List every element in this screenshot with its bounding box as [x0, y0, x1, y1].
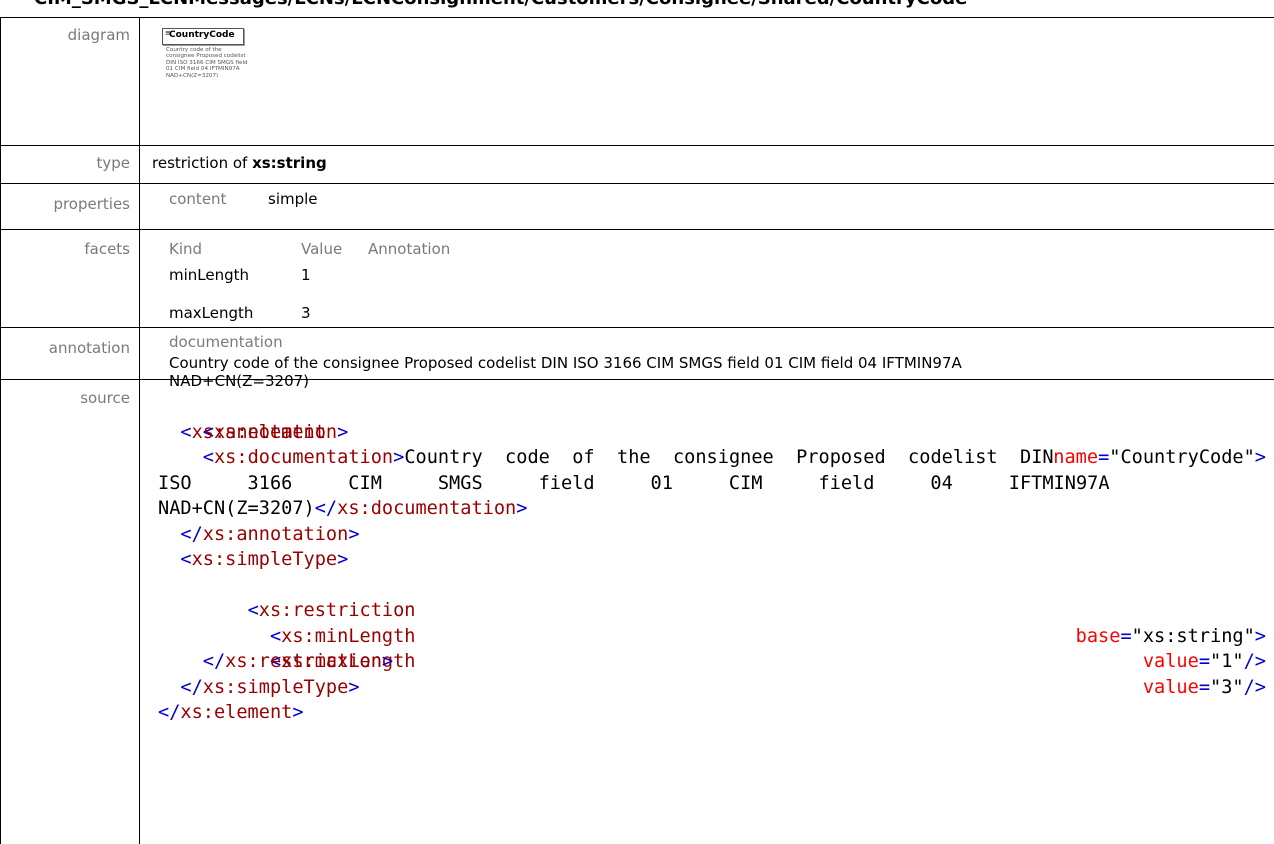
diagram-element-name: CountryCode	[169, 30, 235, 40]
properties-value: simple	[268, 190, 318, 208]
facet-value: 3	[301, 304, 311, 322]
code-line: </xs:annotation>	[180, 523, 360, 545]
facets-header-value: Value	[301, 240, 343, 258]
facets-header-annotation: Annotation	[368, 240, 451, 258]
code-line: <xs:documentation>Country code of the co…	[202, 447, 1054, 468]
table-column-divider	[139, 17, 140, 844]
row-label-diagram: diagram	[67, 26, 130, 44]
annotation-heading: documentation	[169, 333, 283, 351]
row-divider	[0, 183, 1274, 184]
row-label-properties: properties	[53, 195, 130, 213]
code-line: NAD+CN(Z=3207)</xs:documentation>	[158, 498, 528, 519]
code-line: <xs:simpleType>	[180, 549, 349, 570]
code-line: </xs:restriction>	[202, 651, 394, 672]
facets-header-kind: Kind	[169, 240, 203, 258]
facet-value: 1	[301, 266, 311, 284]
facet-kind: maxLength	[169, 304, 254, 322]
table-left-border	[0, 17, 1, 844]
row-divider	[0, 229, 1274, 230]
annotation-text-line: NAD+CN(Z=3207)	[169, 372, 310, 390]
row-divider	[0, 17, 1274, 18]
diagram-element-box[interactable]: ≡ CountryCode	[162, 28, 244, 45]
code-line: </xs:simpleType>	[180, 676, 360, 698]
row-divider	[0, 145, 1274, 146]
row-label-type: type	[96, 154, 130, 172]
type-base-link[interactable]: xs:string	[252, 154, 327, 172]
row-label-source: source	[80, 389, 130, 407]
properties-key: content	[169, 190, 227, 208]
row-divider	[0, 327, 1274, 328]
row-label-annotation: annotation	[48, 339, 130, 357]
code-line: </xs:element>	[158, 702, 304, 723]
type-value: restriction of xs:string	[152, 154, 327, 172]
page-title: CIM_SMGS_LCNMessages/LCNs/LCNConsignment…	[34, 0, 967, 9]
facet-kind: minLength	[169, 266, 250, 284]
code-line: <xs:annotation>	[180, 421, 349, 443]
annotation-text-line: Country code of the consignee Proposed c…	[169, 354, 962, 372]
row-label-facets: facets	[84, 240, 130, 258]
diagram-documentation: Country code of the consignee Proposed c…	[166, 47, 248, 79]
code-line: ISO 3166 CIM SMGS field 01 CIM field 04 …	[158, 472, 1110, 494]
type-prefix: restriction of	[152, 154, 253, 172]
